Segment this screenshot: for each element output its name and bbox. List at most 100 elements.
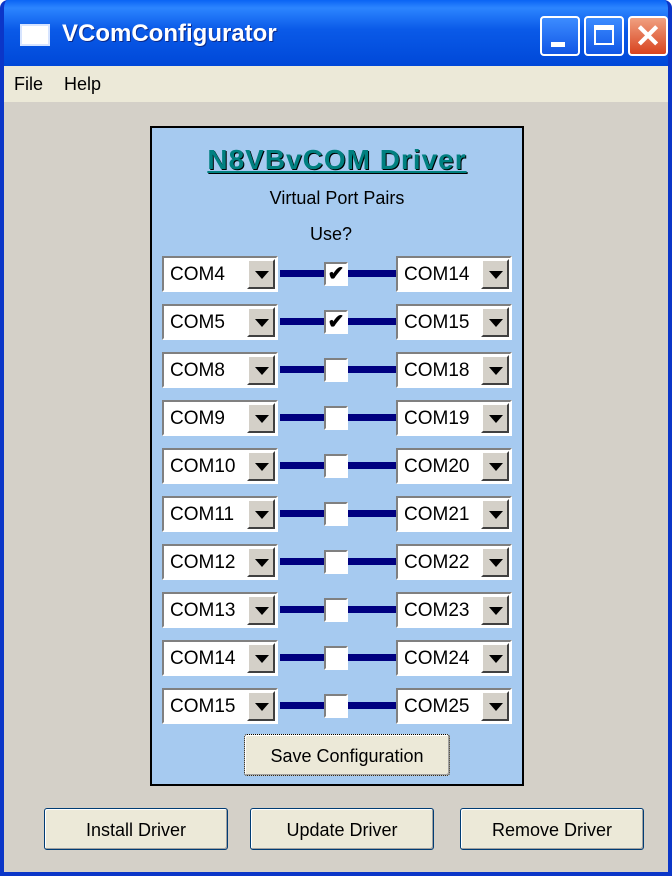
close-button[interactable]: ✕ <box>628 16 668 56</box>
dropdown-arrow-icon[interactable] <box>481 547 509 577</box>
left-port-select[interactable]: COM9 <box>162 400 278 436</box>
right-port-select[interactable]: COM23 <box>396 592 512 628</box>
right-port-value: COM19 <box>404 408 470 429</box>
pair-link-line <box>348 702 396 709</box>
left-port-select[interactable]: COM14 <box>162 640 278 676</box>
left-port-select[interactable]: COM15 <box>162 688 278 724</box>
dropdown-arrow-icon[interactable] <box>247 307 275 337</box>
dropdown-arrow-icon[interactable] <box>481 355 509 385</box>
use-pair-checkbox[interactable] <box>324 550 348 574</box>
left-port-value: COM10 <box>170 456 236 477</box>
window-title: VComConfigurator <box>62 20 277 47</box>
app-window: VComConfigurator ✕ File Help N8VBvCOM Dr… <box>0 0 672 876</box>
maximize-button[interactable] <box>584 16 624 56</box>
dropdown-arrow-icon[interactable] <box>247 499 275 529</box>
port-pair-row: COM9 COM19 <box>162 400 512 438</box>
install-driver-button[interactable]: Install Driver <box>44 808 228 850</box>
use-pair-checkbox[interactable] <box>324 646 348 670</box>
dropdown-arrow-icon[interactable] <box>481 595 509 625</box>
use-pair-checkbox[interactable] <box>324 694 348 718</box>
right-port-select[interactable]: COM24 <box>396 640 512 676</box>
use-pair-checkbox[interactable] <box>324 358 348 382</box>
driver-heading: N8VBvCOM Driver <box>207 144 467 175</box>
maximize-icon <box>594 25 614 45</box>
use-pair-checkbox[interactable]: ✔ <box>324 310 348 334</box>
right-port-select[interactable]: COM22 <box>396 544 512 580</box>
right-port-select[interactable]: COM25 <box>396 688 512 724</box>
dropdown-arrow-icon[interactable] <box>481 259 509 289</box>
dropdown-arrow-icon[interactable] <box>481 643 509 673</box>
dropdown-arrow-icon[interactable] <box>481 451 509 481</box>
pair-link-line <box>348 366 396 373</box>
right-port-select[interactable]: COM20 <box>396 448 512 484</box>
dropdown-arrow-icon[interactable] <box>481 307 509 337</box>
right-port-select[interactable]: COM14 <box>396 256 512 292</box>
pair-link-line <box>280 654 328 661</box>
left-port-select[interactable]: COM8 <box>162 352 278 388</box>
right-port-select[interactable]: COM15 <box>396 304 512 340</box>
left-port-select[interactable]: COM12 <box>162 544 278 580</box>
dropdown-arrow-icon[interactable] <box>481 499 509 529</box>
left-port-value: COM12 <box>170 552 236 573</box>
right-port-select[interactable]: COM18 <box>396 352 512 388</box>
dropdown-arrow-icon[interactable] <box>481 691 509 721</box>
right-port-value: COM18 <box>404 360 470 381</box>
use-pair-checkbox[interactable] <box>324 454 348 478</box>
use-pair-checkbox[interactable]: ✔ <box>324 262 348 286</box>
dropdown-arrow-icon[interactable] <box>247 451 275 481</box>
save-configuration-button[interactable]: Save Configuration <box>244 734 450 776</box>
right-port-value: COM23 <box>404 600 470 621</box>
left-port-select[interactable]: COM11 <box>162 496 278 532</box>
right-port-select[interactable]: COM19 <box>396 400 512 436</box>
pair-link-line <box>348 606 396 613</box>
pair-link-line <box>348 414 396 421</box>
menu-help[interactable]: Help <box>64 74 101 95</box>
minimize-button[interactable] <box>540 16 580 56</box>
dropdown-arrow-icon[interactable] <box>247 691 275 721</box>
dropdown-arrow-icon[interactable] <box>247 643 275 673</box>
left-port-select[interactable]: COM13 <box>162 592 278 628</box>
right-port-value: COM22 <box>404 552 470 573</box>
right-port-value: COM15 <box>404 312 470 333</box>
port-pair-row: COM13 COM23 <box>162 592 512 630</box>
menu-file[interactable]: File <box>14 74 43 95</box>
menu-bar: File Help <box>4 66 668 102</box>
use-pair-checkbox[interactable] <box>324 502 348 526</box>
right-port-value: COM14 <box>404 264 470 285</box>
title-bar[interactable]: VComConfigurator ✕ <box>4 0 668 66</box>
use-pair-checkbox[interactable] <box>324 598 348 622</box>
remove-driver-button[interactable]: Remove Driver <box>460 808 644 850</box>
use-column-label: Use? <box>310 224 353 244</box>
left-port-select[interactable]: COM4 <box>162 256 278 292</box>
dropdown-arrow-icon[interactable] <box>247 595 275 625</box>
pair-link-line <box>280 366 328 373</box>
pair-link-line <box>280 462 328 469</box>
dropdown-arrow-icon[interactable] <box>247 355 275 385</box>
update-driver-button[interactable]: Update Driver <box>250 808 434 850</box>
port-pair-row: COM12 COM22 <box>162 544 512 582</box>
panel-subheading: Virtual Port Pairs <box>269 188 405 208</box>
left-port-value: COM13 <box>170 600 236 621</box>
right-port-value: COM25 <box>404 696 470 717</box>
dropdown-arrow-icon[interactable] <box>247 259 275 289</box>
close-icon: ✕ <box>634 18 662 54</box>
right-port-value: COM21 <box>404 504 470 525</box>
right-port-select[interactable]: COM21 <box>396 496 512 532</box>
right-port-value: COM24 <box>404 648 470 669</box>
left-port-value: COM8 <box>170 360 225 381</box>
pair-link-line <box>348 654 396 661</box>
app-window-icon <box>20 24 50 46</box>
use-pair-checkbox[interactable] <box>324 406 348 430</box>
dropdown-arrow-icon[interactable] <box>247 403 275 433</box>
pair-link-line <box>280 606 328 613</box>
pair-link-line <box>280 414 328 421</box>
dropdown-arrow-icon[interactable] <box>247 547 275 577</box>
checkmark-icon: ✔ <box>327 263 345 285</box>
pair-link-line <box>280 558 328 565</box>
dropdown-arrow-icon[interactable] <box>481 403 509 433</box>
pair-link-line <box>348 270 396 277</box>
left-port-select[interactable]: COM10 <box>162 448 278 484</box>
port-pair-row: COM14 COM24 <box>162 640 512 678</box>
right-port-value: COM20 <box>404 456 470 477</box>
left-port-select[interactable]: COM5 <box>162 304 278 340</box>
